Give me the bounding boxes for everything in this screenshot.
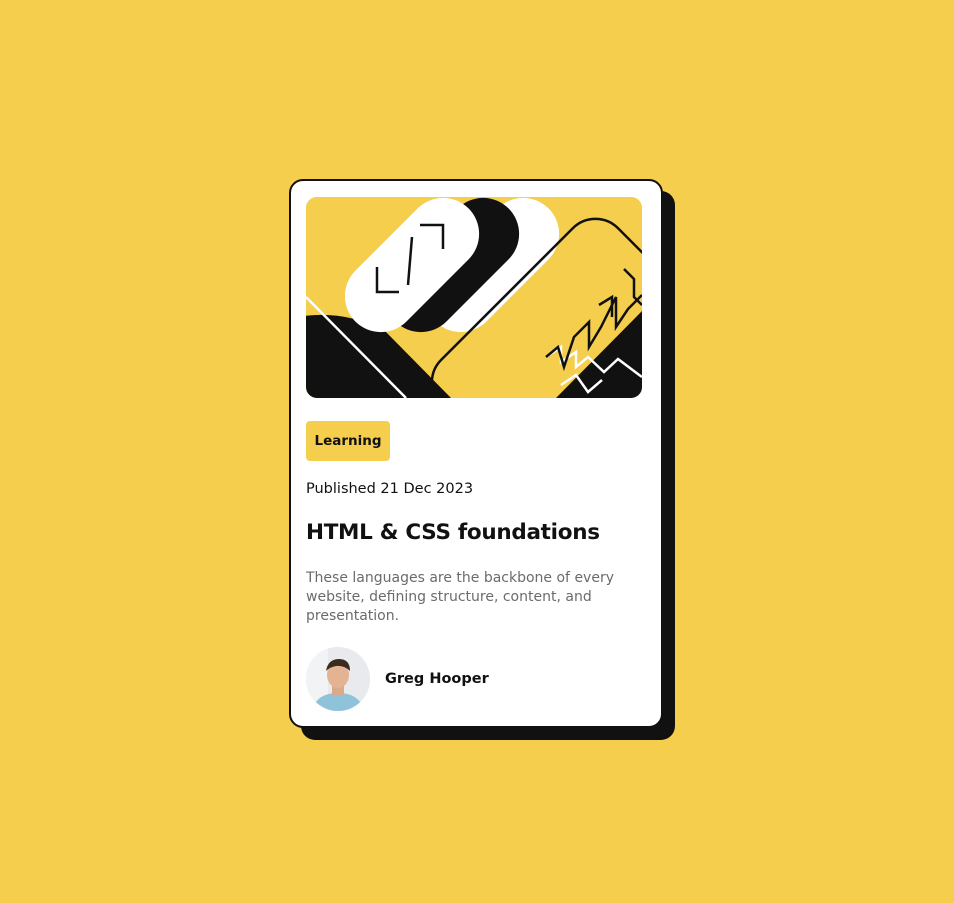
hero-illustration — [306, 197, 642, 398]
blog-preview-card: Learning Published 21 Dec 2023 HTML & CS… — [289, 179, 663, 728]
card-description: These languages are the backbone of ever… — [306, 570, 614, 624]
card-title[interactable]: HTML & CSS foundations — [306, 520, 600, 545]
author-name[interactable]: Greg Hooper — [385, 671, 489, 687]
category-tag[interactable]: Learning — [306, 421, 390, 461]
author-avatar — [306, 647, 370, 711]
author: Greg Hooper — [306, 646, 489, 712]
published-date: Published 21 Dec 2023 — [306, 481, 474, 497]
